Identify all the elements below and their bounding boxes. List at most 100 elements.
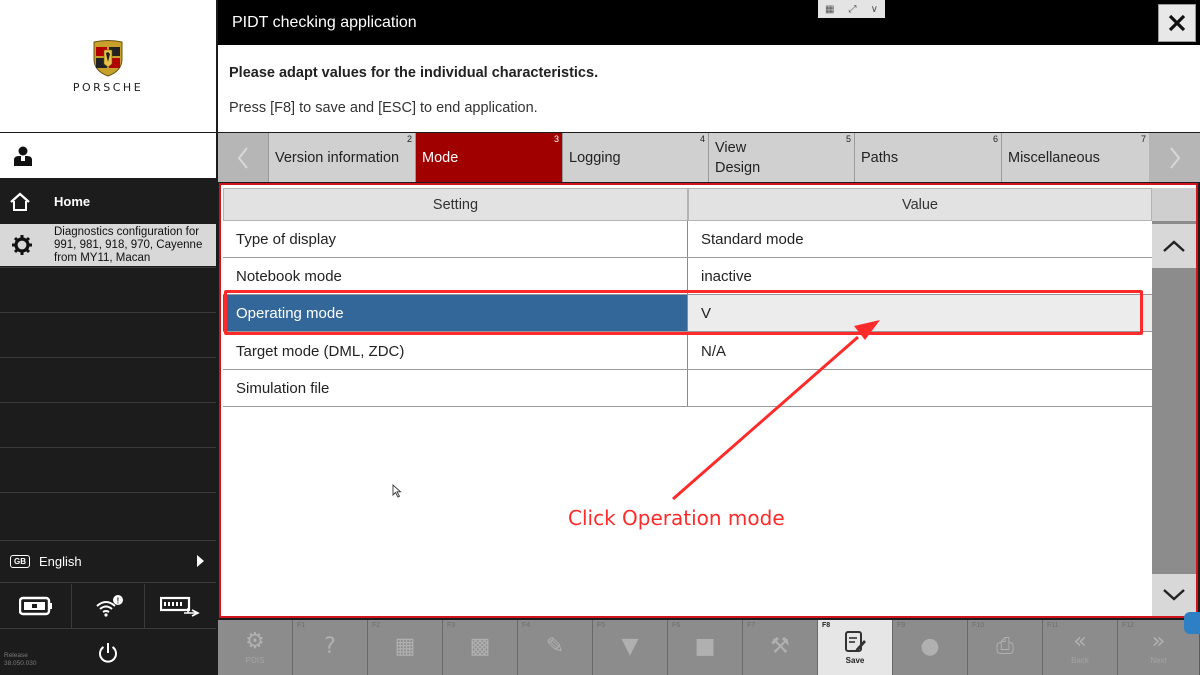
tab-paths[interactable]: Paths 6 [854, 133, 1001, 182]
language-selector[interactable]: GB English [0, 541, 216, 581]
pdis-button[interactable]: ⚙ PDIS [218, 620, 293, 675]
f10-print-button[interactable]: F10 ⎙ [968, 620, 1043, 675]
language-label: English [39, 553, 82, 569]
sidebar-item-diagnostics-configuration[interactable]: Diagnostics configuration for 991, 981, … [0, 224, 216, 266]
fkey-label: F12 [1122, 622, 1135, 629]
tab-miscellaneous[interactable]: Miscellaneous 7 [1001, 133, 1149, 182]
value-cell[interactable] [688, 370, 1152, 406]
tab-scroll-right-button[interactable] [1149, 133, 1200, 182]
close-button[interactable] [1158, 4, 1196, 42]
sidebar-divider [0, 582, 216, 583]
setting-cell: Target mode (DML, ZDC) [223, 333, 688, 369]
annotation-label: Click Operation mode [568, 506, 785, 530]
column-header-setting[interactable]: Setting [223, 188, 688, 221]
back-icon: « [1073, 629, 1087, 654]
tab-mode[interactable]: Mode 3 [415, 133, 562, 182]
chat-icon: ● [920, 633, 940, 659]
f2-button[interactable]: F2 ▦ [368, 620, 443, 675]
fkey-caption: Save [845, 656, 865, 665]
value-cell[interactable]: inactive [688, 258, 1152, 294]
tab-bar: Version information 2 Mode 3 Logging 4 V… [218, 133, 1200, 182]
column-header-value[interactable]: Value [688, 188, 1152, 221]
message-panel: Please adapt values for the individual c… [218, 45, 1200, 132]
table-row-selected[interactable]: Operating mode V [223, 295, 1159, 332]
setting-cell: Operating mode [223, 295, 688, 331]
side-panel-toggle[interactable] [1184, 612, 1200, 634]
sidebar-item-home[interactable]: Home [0, 180, 216, 223]
function-key-bar: ⚙ PDIS F1 ? F2 ▦ F3 ▩ F4 ✎ F5 ▼ F6 ■ F7 … [218, 620, 1200, 675]
f6-button[interactable]: F6 ■ [668, 620, 743, 675]
gear-icon [12, 235, 32, 255]
user-button[interactable] [0, 133, 216, 178]
f4-button[interactable]: F4 ✎ [518, 620, 593, 675]
wifi-status[interactable]: ! [72, 584, 145, 628]
fkey-label: F1 [297, 622, 306, 629]
help-icon: ? [324, 633, 336, 659]
message-icon: ■ [694, 633, 716, 659]
tab-number: 5 [845, 134, 851, 144]
f5-button[interactable]: F5 ▼ [593, 620, 668, 675]
home-icon [10, 192, 30, 211]
settings-panel: Setting Value Type of display Standard m… [219, 183, 1198, 618]
fkey-caption: Back [1071, 656, 1089, 665]
scrollbar[interactable] [1152, 188, 1196, 616]
fkey-caption: PDIS [245, 656, 265, 665]
tab-logging[interactable]: Logging 4 [562, 133, 708, 182]
fkey-label: F6 [672, 622, 681, 629]
chart-icon: ▩ [469, 633, 491, 659]
close-icon [1168, 14, 1186, 32]
svg-text:!: ! [117, 597, 120, 606]
f9-button[interactable]: F9 ● [893, 620, 968, 675]
tab-number: 7 [1140, 134, 1146, 144]
sidebar-divider [0, 447, 216, 448]
f3-button[interactable]: F3 ▩ [443, 620, 518, 675]
tab-label: View Design [715, 139, 761, 176]
tab-version-information[interactable]: Version information 2 [268, 133, 415, 182]
setting-cell: Type of display [223, 221, 688, 257]
release-version: 38.050.030 [4, 660, 37, 667]
porsche-logo: PORSCHE [0, 0, 216, 132]
table-row[interactable]: Type of display Standard mode [223, 221, 1152, 258]
f1-help-button[interactable]: F1 ? [293, 620, 368, 675]
f11-back-button[interactable]: F11 « Back [1043, 620, 1118, 675]
value-cell[interactable]: N/A [688, 333, 1152, 369]
screenshot-icon: ▦ [394, 633, 416, 659]
f7-button[interactable]: F7 ⚒ [743, 620, 818, 675]
save-icon [845, 631, 866, 652]
tab-view-design[interactable]: View Design 5 [708, 133, 854, 182]
table-row[interactable]: Target mode (DML, ZDC) N/A [223, 333, 1152, 370]
usb-connection-icon [160, 596, 201, 617]
tools-icon: ⚒ [770, 633, 790, 659]
usb-connection-status[interactable] [145, 584, 216, 628]
tab-label: Miscellaneous [1008, 149, 1100, 166]
tab-scroll-left-button[interactable] [218, 133, 268, 182]
chevron-right-icon [197, 555, 204, 567]
brand-name: PORSCHE [72, 80, 144, 94]
title-bar: PIDT checking application [218, 0, 1200, 45]
fkey-label: F7 [747, 622, 756, 629]
dropdown-value: V [701, 304, 712, 322]
sidebar-divider [0, 312, 216, 313]
sidebar-divider [0, 628, 216, 629]
tab-number: 2 [406, 134, 412, 144]
table-header: Setting Value [223, 188, 1152, 221]
value-cell[interactable]: Standard mode [688, 221, 1152, 257]
scroll-up-button[interactable] [1152, 224, 1196, 268]
sidebar-divider [0, 402, 216, 403]
window-controls[interactable]: ▦ ⤢ ∨ [818, 0, 885, 18]
battery-status[interactable] [0, 584, 73, 628]
release-info: Release 38.050.030 [4, 652, 37, 668]
fullscreen-icon: ⤢ [848, 3, 857, 15]
sidebar-divider [0, 357, 216, 358]
battery-icon [18, 596, 52, 616]
setting-cell: Simulation file [223, 370, 688, 406]
table-row[interactable]: Notebook mode inactive [223, 258, 1152, 295]
table-row[interactable]: Simulation file [223, 370, 1152, 407]
f8-save-button[interactable]: F8 Save [818, 620, 893, 675]
scroll-down-button[interactable] [1152, 574, 1196, 616]
tab-label: Paths [861, 149, 899, 166]
status-bar: ! [0, 584, 216, 628]
edit-icon: ✎ [545, 633, 565, 659]
operating-mode-dropdown[interactable]: V [688, 295, 1159, 331]
scrollbar-header [1152, 188, 1196, 221]
